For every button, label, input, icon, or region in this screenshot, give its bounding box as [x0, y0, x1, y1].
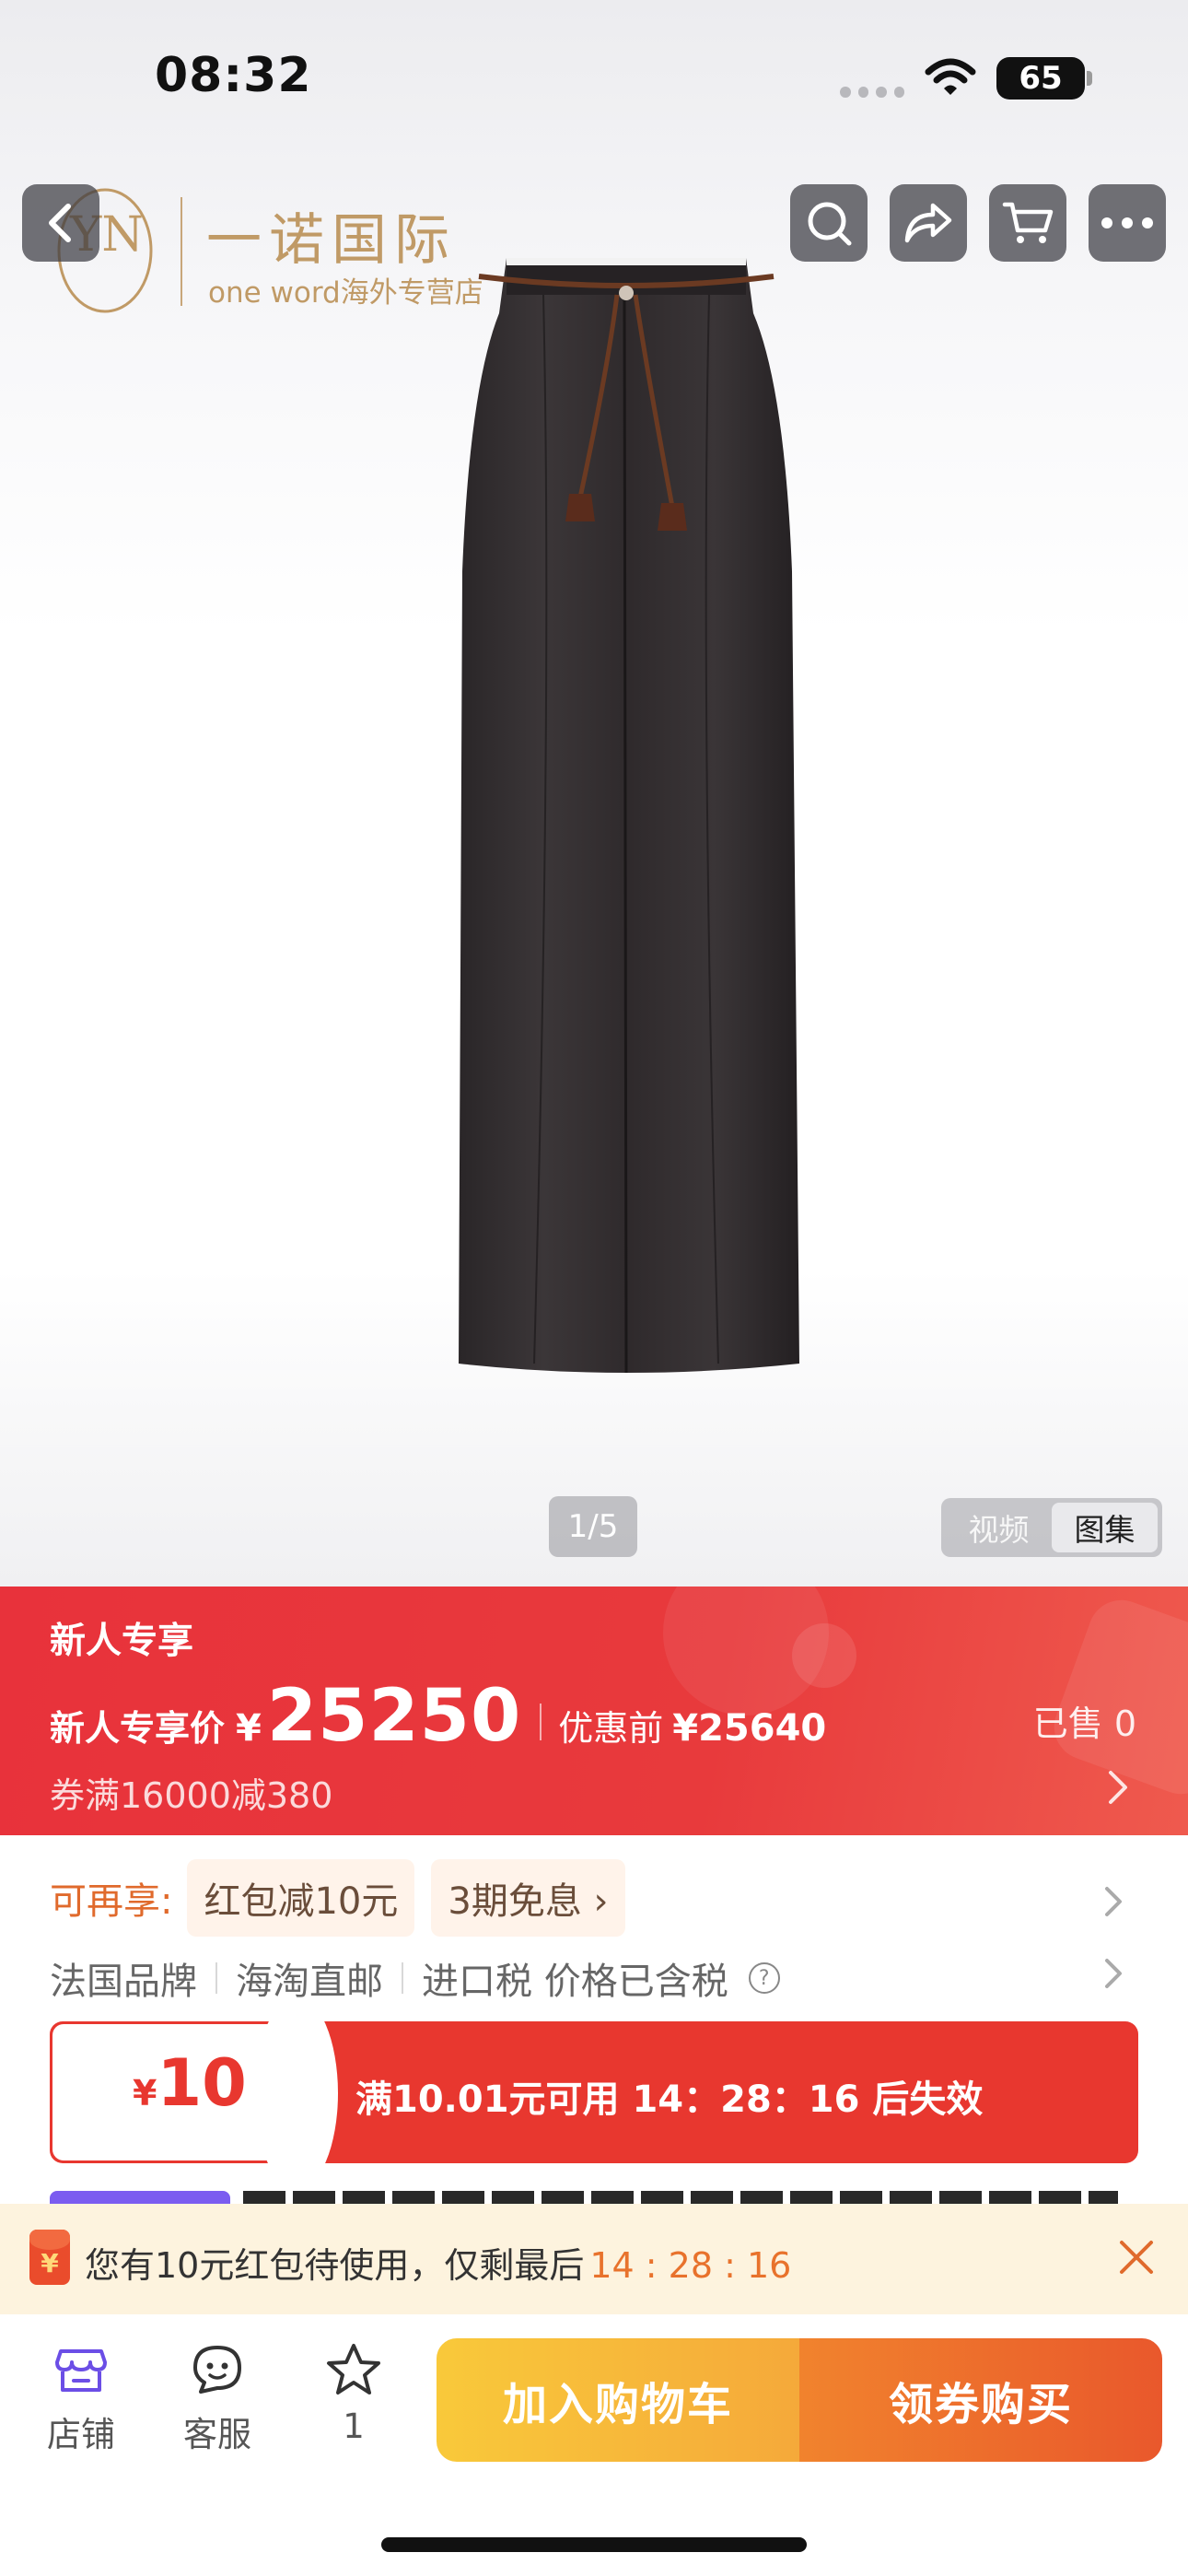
- cellular-signal-icon: [840, 87, 904, 100]
- back-button[interactable]: [22, 184, 99, 262]
- shipping-method: 海淘直邮: [236, 1961, 383, 2003]
- tab-gallery[interactable]: 图集: [1052, 1503, 1158, 1552]
- coupon-rule: 券满16000减380: [50, 1775, 333, 1816]
- red-packet-notice[interactable]: ¥ 您有10元红包待使用，仅剩最后 14 : 28 : 16: [0, 2204, 1188, 2314]
- battery-indicator: 65: [996, 57, 1092, 100]
- wifi-icon: [925, 58, 976, 95]
- coupon-condition: 满10.01元可用 14：28：16 后失效: [355, 2078, 984, 2121]
- cart-button[interactable]: [989, 184, 1066, 262]
- info-divider: [402, 1962, 403, 1994]
- product-title-peek: [0, 2191, 1188, 2204]
- gallery-page-indicator: 1/5: [549, 1496, 637, 1557]
- store-name: 一诺国际: [206, 208, 457, 273]
- status-time: 08:32: [155, 48, 312, 103]
- benefits-section: 可再享: 红包减10元 3期免息 › 法国品牌 海淘直邮 进口税 价格已含税 ?…: [0, 1835, 1188, 2204]
- product-gallery[interactable]: 08:32 65 YN 一诺国际 one word海外专营店 1/5 视频 图集: [0, 0, 1188, 1587]
- favorite-count: 1: [343, 2406, 365, 2446]
- current-price: 25250: [266, 1675, 522, 1758]
- customer-service-label: 客服: [183, 2415, 251, 2454]
- share-button[interactable]: [890, 184, 967, 262]
- share-icon: [904, 203, 952, 243]
- chevron-right-icon[interactable]: [1103, 1957, 1124, 1990]
- buy-with-coupon-button[interactable]: 领券购买: [799, 2338, 1162, 2462]
- coupon-card[interactable]: ¥ 10 满10.01元可用 14：28：16 后失效: [50, 2021, 1138, 2163]
- product-title-text: [243, 2191, 1118, 2204]
- red-packet-icon: ¥: [29, 2230, 70, 2285]
- more-icon: [1101, 217, 1153, 228]
- home-indicator[interactable]: [381, 2537, 807, 2552]
- chevron-right-icon[interactable]: [1103, 1885, 1124, 1918]
- price-row: 新人专享价 ¥ 25250 优惠前 ¥25640: [50, 1675, 826, 1758]
- store-logo: YN 一诺国际 one word海外专营店: [52, 182, 494, 321]
- brand-origin: 法国品牌: [50, 1961, 197, 2003]
- favorite-tab[interactable]: 1: [298, 2342, 409, 2446]
- store-badge: [50, 2191, 230, 2204]
- help-icon[interactable]: ?: [748, 1962, 780, 1994]
- customer-service-tab[interactable]: 客服: [162, 2342, 273, 2456]
- store-icon: [55, 2349, 107, 2392]
- extra-benefits-label: 可再享:: [50, 1880, 173, 1923]
- cart-icon: [1002, 202, 1054, 243]
- chat-icon: [193, 2346, 241, 2394]
- notice-message: 您有10元红包待使用，仅剩最后 14 : 28 : 16: [85, 2237, 791, 2288]
- status-bar: 08:32 65: [0, 0, 1188, 157]
- store-tab-label: 店铺: [47, 2415, 115, 2454]
- product-image: [459, 258, 799, 1374]
- price-label: 新人专享价: [50, 1708, 226, 1749]
- gallery-media-tabs[interactable]: 视频 图集: [941, 1498, 1162, 1557]
- service-info-row[interactable]: 法国品牌 海淘直邮 进口税 价格已含税 ?: [50, 1951, 780, 2005]
- notice-text: 您有10元红包待使用，仅剩最后: [85, 2245, 585, 2286]
- price-banner[interactable]: 新人专享 新人专享价 ¥ 25250 优惠前 ¥25640 已售 0 券满160…: [0, 1587, 1188, 1835]
- close-icon[interactable]: [1116, 2237, 1157, 2277]
- store-tab[interactable]: 店铺: [26, 2342, 136, 2456]
- original-price-label: 优惠前: [558, 1708, 664, 1749]
- purchase-buttons: 加入购物车 领券购买: [437, 2338, 1162, 2462]
- more-button[interactable]: [1089, 184, 1166, 262]
- chevron-right-icon[interactable]: [1107, 1769, 1129, 1806]
- chevron-left-icon: [49, 204, 71, 242]
- add-to-cart-button[interactable]: 加入购物车: [437, 2338, 799, 2462]
- original-price: ¥25640: [672, 1707, 827, 1750]
- tax-info: 进口税 价格已含税: [422, 1961, 728, 2003]
- battery-level: 65: [1019, 60, 1063, 97]
- coupon-amount: ¥ 10: [133, 2045, 247, 2121]
- search-icon: [808, 202, 852, 246]
- coupon-currency: ¥: [133, 2073, 157, 2113]
- notice-countdown: 14 : 28 : 16: [589, 2245, 792, 2286]
- tab-video[interactable]: 视频: [946, 1503, 1052, 1552]
- coupon-value: 10: [157, 2045, 247, 2121]
- logo-divider: [181, 197, 182, 306]
- sold-count: 已售 0: [1032, 1704, 1136, 1744]
- currency-symbol: ¥: [236, 1707, 262, 1750]
- new-user-tag: 新人专享: [50, 1621, 194, 1662]
- price-divider: [540, 1704, 542, 1740]
- extra-benefits-row[interactable]: 可再享: 红包减10元 3期免息 ›: [50, 1859, 642, 1937]
- info-divider: [215, 1962, 217, 1994]
- star-icon: [327, 2344, 380, 2395]
- installment-chip[interactable]: 3期免息 ›: [431, 1859, 625, 1937]
- red-packet-chip[interactable]: 红包减10元: [187, 1859, 415, 1937]
